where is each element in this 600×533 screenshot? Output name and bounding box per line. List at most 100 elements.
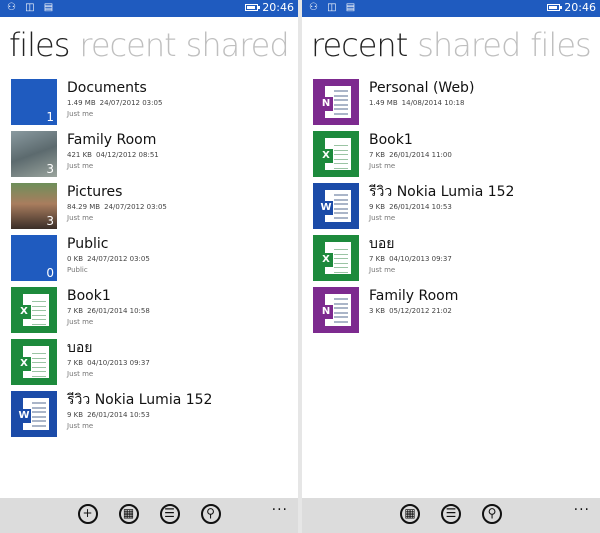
item-name: Documents bbox=[67, 80, 147, 96]
doc-line bbox=[32, 321, 46, 325]
doc-line bbox=[32, 424, 46, 427]
pivot-files[interactable]: files bbox=[530, 26, 591, 64]
doc-line bbox=[334, 156, 348, 160]
item-info: 9 KB 26/01/2014 10:53 bbox=[369, 203, 600, 212]
item-owner: Just me bbox=[67, 110, 94, 118]
doc-line bbox=[334, 216, 348, 219]
item-meta: Pictures 84.29 MB 24/07/2012 03:05 Just me bbox=[67, 183, 298, 223]
item-name: รีวิว Nokia Lumia 152 bbox=[369, 184, 515, 200]
item-info: 7 KB 26/01/2014 11:00 bbox=[369, 151, 600, 160]
doc-line bbox=[334, 298, 348, 300]
list-item[interactable]: N Family Room 3 KB 05/12/2012 21:02 bbox=[313, 287, 600, 339]
item-size: 421 KB bbox=[67, 151, 92, 159]
list-item[interactable]: 3 Family Room 421 KB 04/12/2012 08:51 Just m… bbox=[11, 131, 298, 183]
more-button[interactable]: ... bbox=[574, 498, 590, 514]
doc-line bbox=[334, 255, 348, 259]
status-icons: ⚇ ◫ ▤ bbox=[7, 2, 57, 13]
list-item[interactable]: N Personal (Web) 1.49 MB 14/08/2014 10:18 bbox=[313, 79, 600, 131]
status-bar: ⚇ ◫ ▤ 20:46 bbox=[0, 0, 298, 17]
doc-line bbox=[334, 264, 348, 268]
pivot-header: files recent shared bbox=[9, 26, 298, 64]
item-name: Family Room bbox=[67, 132, 157, 148]
item-info: 84.29 MB 24/07/2012 03:05 bbox=[67, 203, 298, 212]
item-size: 3 KB bbox=[369, 307, 386, 315]
word-tile: W bbox=[313, 183, 359, 229]
item-date: 04/10/2013 09:37 bbox=[389, 255, 452, 263]
folder-tile: 0 bbox=[11, 235, 57, 281]
item-meta: รีวิว Nokia Lumia 152 9 KB 26/01/2014 10:5… bbox=[67, 391, 298, 431]
doc-line bbox=[334, 207, 348, 210]
list-item[interactable]: W รีวิว Nokia Lumia 152 9 KB 26/01/2014 10:… bbox=[11, 391, 298, 443]
excel-tile: X bbox=[313, 235, 359, 281]
list-item[interactable]: 3 Pictures 84.29 MB 24/07/2012 03:05 Just me bbox=[11, 183, 298, 235]
photo-tile: 3 bbox=[11, 131, 57, 177]
item-owner: Just me bbox=[67, 214, 94, 222]
item-size: 7 KB bbox=[369, 151, 386, 159]
search-icon[interactable]: ⚲ bbox=[200, 504, 221, 524]
doc-line bbox=[334, 94, 348, 97]
list-item[interactable]: X Book1 7 KB 26/01/2014 11:00 Just me bbox=[313, 131, 600, 183]
list-item[interactable]: 1 Documents 1.49 MB 24/07/2012 03:05 Just me bbox=[11, 79, 298, 131]
item-name: Personal (Web) bbox=[369, 80, 475, 96]
item-size: 1.49 MB bbox=[67, 99, 96, 107]
item-size: 9 KB bbox=[369, 203, 386, 211]
doc-line bbox=[334, 147, 348, 151]
item-name: Book1 bbox=[67, 288, 111, 304]
doc-line bbox=[334, 108, 348, 110]
photo-tile: 3 bbox=[11, 183, 57, 229]
select-icon[interactable]: ☰ bbox=[159, 504, 180, 524]
doc-line bbox=[32, 355, 46, 359]
doc-line bbox=[334, 212, 348, 214]
list-item[interactable]: X บอย 7 KB 04/10/2013 09:37 Just me bbox=[11, 339, 298, 391]
pivot-shared[interactable]: shared bbox=[417, 26, 521, 64]
item-owner: Just me bbox=[369, 266, 396, 274]
list-item[interactable]: X Book1 7 KB 26/01/2014 10:58 Just me bbox=[11, 287, 298, 339]
item-count: 1 bbox=[46, 110, 54, 124]
item-name: Public bbox=[67, 236, 109, 252]
list-item[interactable]: 0 Public 0 KB 24/07/2012 03:05 Public bbox=[11, 235, 298, 287]
doc-line bbox=[32, 312, 46, 316]
doc-line bbox=[334, 160, 348, 164]
item-count: 3 bbox=[46, 162, 54, 176]
list-item[interactable]: W รีวิว Nokia Lumia 152 9 KB 26/01/2014 10:… bbox=[313, 183, 600, 235]
tiles-icon[interactable]: ▦ bbox=[400, 504, 420, 524]
item-meta: บอย 7 KB 04/10/2013 09:37 Just me bbox=[67, 339, 298, 379]
item-size: 84.29 MB bbox=[67, 203, 101, 211]
item-name: รีวิว Nokia Lumia 152 bbox=[67, 392, 213, 408]
doc-line bbox=[32, 359, 46, 363]
add-icon[interactable]: + bbox=[77, 504, 98, 524]
more-button[interactable]: ... bbox=[272, 498, 288, 514]
item-name: บอย bbox=[67, 340, 93, 356]
onenote-tile: N bbox=[313, 287, 359, 333]
doc-line bbox=[334, 99, 348, 101]
status-time: 20:46 bbox=[262, 1, 294, 14]
list-item[interactable]: X บอย 7 KB 04/10/2013 09:37 Just me bbox=[313, 235, 600, 287]
doc-line bbox=[32, 420, 46, 422]
item-info: 7 KB 04/10/2013 09:37 bbox=[369, 255, 600, 264]
doc-line bbox=[334, 251, 348, 255]
excel-badge-icon: X bbox=[17, 305, 31, 319]
item-date: 05/12/2012 21:02 bbox=[389, 307, 452, 315]
doc-line bbox=[32, 411, 46, 413]
item-meta: Public 0 KB 24/07/2012 03:05 Public bbox=[67, 235, 298, 275]
search-icon[interactable]: ⚲ bbox=[482, 504, 502, 524]
pivot-recent[interactable]: recent bbox=[79, 26, 176, 64]
left-screen: ⚇ ◫ ▤ 20:46 files recent shared 1 Documents… bbox=[0, 0, 298, 533]
item-info: 0 KB 24/07/2012 03:05 bbox=[67, 255, 298, 264]
select-icon[interactable]: ☰ bbox=[441, 504, 461, 524]
battery-icon bbox=[245, 4, 260, 11]
tiles-icon[interactable]: ▦ bbox=[118, 504, 139, 524]
item-info: 1.49 MB 14/08/2014 10:18 bbox=[369, 99, 600, 108]
doc-line bbox=[334, 165, 348, 169]
item-date: 24/07/2012 03:05 bbox=[99, 99, 163, 107]
doc-line bbox=[334, 302, 348, 305]
pivot-shared[interactable]: shared bbox=[186, 26, 290, 64]
status-bar: ⚇ ◫ ▤ 20:46 bbox=[302, 0, 600, 17]
pivot-files[interactable]: files bbox=[9, 26, 70, 64]
item-meta: รีวิว Nokia Lumia 152 9 KB 26/01/2014 10:5… bbox=[369, 183, 600, 223]
pivot-recent[interactable]: recent bbox=[311, 26, 408, 64]
item-size: 1.49 MB bbox=[369, 99, 398, 107]
folder-tile: 1 bbox=[11, 79, 57, 125]
item-info: 3 KB 05/12/2012 21:02 bbox=[369, 307, 600, 316]
item-info: 7 KB 26/01/2014 10:58 bbox=[67, 307, 298, 316]
